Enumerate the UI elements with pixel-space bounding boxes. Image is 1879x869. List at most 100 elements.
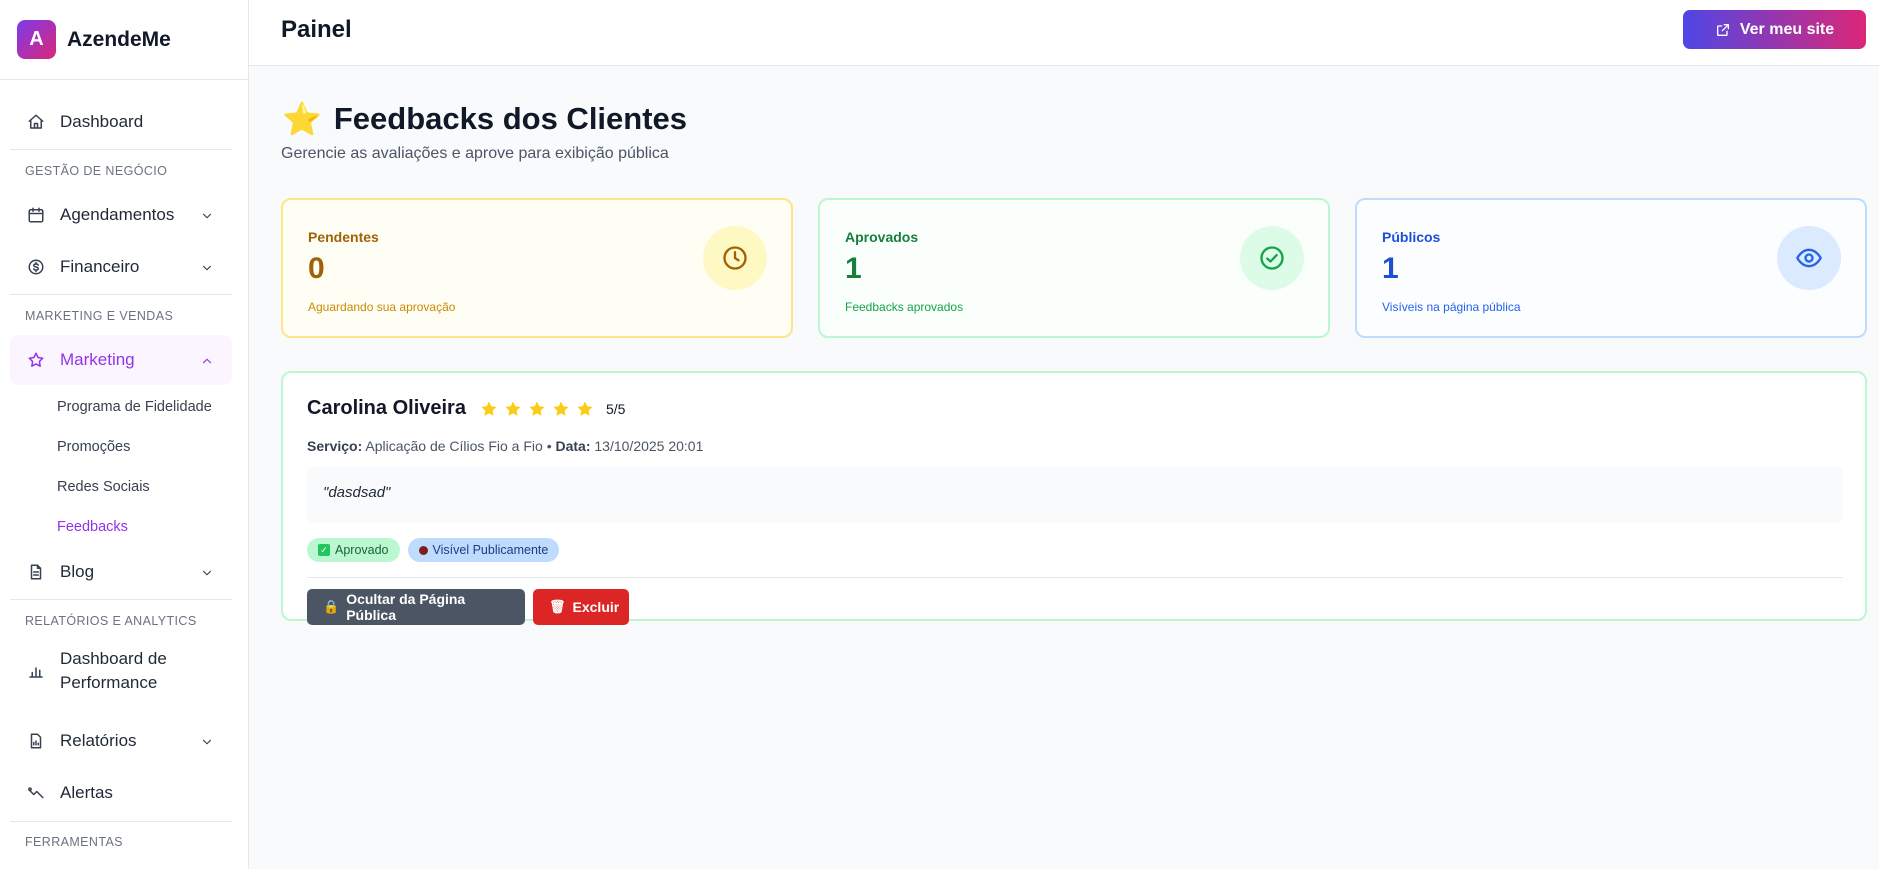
section-label-reports: RELATÓRIOS E ANALYTICS: [25, 614, 197, 628]
sidebar-item-label: Blog: [60, 562, 95, 581]
feedback-meta: Serviço: Aplicação de Cílios Fio a Fio •…: [307, 438, 703, 454]
section-label-business: GESTÃO DE NEGÓCIO: [25, 164, 168, 178]
stat-value: 1: [845, 252, 862, 285]
sidebar-item-marketing[interactable]: Marketing: [10, 335, 232, 385]
divider: [10, 821, 232, 822]
button-label: Ocultar da Página Pública: [346, 591, 466, 623]
main-content: ⭐ Feedbacks dos Clientes Gerencie as ava…: [249, 66, 1879, 869]
view-site-button[interactable]: Ver meu site: [1683, 10, 1866, 49]
customer-name: Carolina Oliveira: [307, 397, 466, 419]
stat-label: Pendentes: [308, 229, 379, 245]
hide-from-public-button[interactable]: 🔒 Ocultar da Página Pública: [307, 589, 525, 625]
report-icon: [26, 731, 46, 751]
sidebar-item-agendamentos[interactable]: Agendamentos: [10, 190, 232, 240]
feedback-header: Carolina Oliveira 5/5: [307, 397, 625, 420]
stat-card-public: Públicos 1 Visíveis na página pública: [1355, 198, 1867, 338]
status-badges: ✓ Aprovado Visível Publicamente: [307, 538, 567, 562]
chevron-down-icon: [200, 565, 214, 579]
page-title-text: Feedbacks dos Clientes: [333, 101, 688, 136]
status-badge-approved: ✓ Aprovado: [307, 538, 400, 562]
brand-logo: A: [17, 20, 56, 59]
trash-icon: 🗑: [549, 599, 566, 614]
section-label-tools: FERRAMENTAS: [25, 835, 123, 849]
view-site-label: Ver meu site: [1739, 20, 1835, 38]
date-label: Data:: [555, 438, 591, 454]
header-title: Painel: [281, 16, 352, 43]
star-icon: [553, 401, 569, 416]
chevron-down-icon: [200, 734, 214, 748]
sidebar-item-label: Dashboard: [60, 112, 144, 131]
star-icon: [481, 401, 497, 416]
sidebar-item-label-line: Dashboard de: [60, 649, 167, 668]
stat-label: Públicos: [1382, 229, 1441, 245]
status-badge-public: Visível Publicamente: [407, 538, 560, 562]
sidebar-item-financeiro[interactable]: Financeiro: [10, 242, 232, 292]
sidebar-subitem-fidelidade[interactable]: Programa de Fidelidade: [57, 399, 212, 415]
feedback-card: Carolina Oliveira 5/5 Serviço: Aplicação…: [281, 371, 1867, 625]
badge-label: Aprovado: [335, 543, 389, 557]
page-title: ⭐ Feedbacks dos Clientes: [282, 100, 687, 138]
sidebar-subitem-promocoes[interactable]: Promoções: [57, 439, 130, 455]
delete-button[interactable]: 🗑 Excluir: [533, 589, 629, 625]
rating-text: 5/5: [605, 400, 626, 417]
button-label: Excluir: [572, 599, 620, 615]
eye-icon: [1777, 226, 1841, 290]
badge-label: Visível Publicamente: [432, 543, 549, 557]
star-icon: [26, 350, 46, 370]
dollar-circle-icon: [26, 257, 46, 277]
sidebar: A AzendeMe Dashboard GESTÃO DE NEGÓCIO A…: [0, 0, 249, 869]
sidebar-item-label: Relatórios: [60, 731, 137, 750]
divider: [307, 577, 1843, 578]
section-label-marketing: MARKETING E VENDAS: [25, 309, 174, 323]
sidebar-item-label: Dashboard de Performance: [60, 647, 167, 695]
page-subtitle: Gerencie as avaliações e aprove para exi…: [281, 145, 669, 162]
star-icon: [505, 401, 521, 416]
divider: [10, 149, 232, 150]
brand-name: AzendeMe: [67, 27, 171, 51]
sidebar-item-label: Marketing: [60, 350, 135, 369]
service-value: Aplicação de Cílios Fio a Fio: [365, 438, 543, 454]
sidebar-subitem-feedbacks[interactable]: Feedbacks: [57, 519, 128, 535]
stat-desc: Feedbacks aprovados: [845, 300, 964, 314]
sidebar-item-label-line: Performance: [60, 673, 158, 692]
clock-icon: [703, 226, 767, 290]
stat-value: 1: [1382, 252, 1399, 285]
feedback-actions: 🔒 Ocultar da Página Pública 🗑 Excluir: [307, 589, 637, 625]
star-icon: [529, 401, 545, 416]
stat-desc: Aguardando sua aprovação: [308, 300, 456, 314]
sidebar-item-blog[interactable]: Blog: [10, 547, 232, 597]
sidebar-item-alertas[interactable]: Alertas: [10, 768, 232, 818]
check-circle-icon: [1240, 226, 1304, 290]
stat-label: Aprovados: [845, 229, 919, 245]
lock-icon: 🔒: [323, 599, 340, 614]
sidebar-subitem-redes-sociais[interactable]: Redes Sociais: [57, 479, 150, 495]
alert-icon: [26, 783, 46, 803]
sidebar-item-label: Agendamentos: [60, 205, 175, 224]
sidebar-item-performance[interactable]: Dashboard de Performance: [10, 641, 232, 701]
home-icon: [26, 112, 46, 132]
stat-value: 0: [308, 252, 325, 285]
sidebar-item-label: Financeiro: [60, 257, 140, 276]
chevron-down-icon: [200, 260, 214, 274]
stat-desc: Visíveis na página pública: [1382, 300, 1521, 314]
brand[interactable]: A AzendeMe: [0, 0, 248, 80]
sidebar-item-dashboard[interactable]: Dashboard: [10, 97, 232, 147]
rating-stars: [480, 400, 600, 418]
divider: [10, 294, 232, 295]
star-icon: [577, 401, 593, 416]
date-value: 13/10/2025 20:01: [594, 438, 704, 454]
checkbox-icon: ✓: [318, 544, 330, 556]
external-link-icon: [1716, 23, 1729, 36]
top-header: Painel Ver meu site: [249, 0, 1879, 66]
stat-card-approved: Aprovados 1 Feedbacks aprovados: [818, 198, 1330, 338]
chevron-up-icon: [200, 353, 214, 367]
feedback-comment: "dasdsad": [307, 467, 1843, 523]
star-icon: ⭐: [282, 101, 322, 137]
document-icon: [26, 562, 46, 582]
bar-chart-icon: [26, 661, 46, 681]
chevron-down-icon: [200, 208, 214, 222]
sidebar-item-label: Alertas: [60, 783, 113, 802]
sidebar-item-relatorios[interactable]: Relatórios: [10, 716, 232, 766]
meta-separator: •: [546, 438, 552, 454]
stat-card-pending: Pendentes 0 Aguardando sua aprovação: [281, 198, 793, 338]
